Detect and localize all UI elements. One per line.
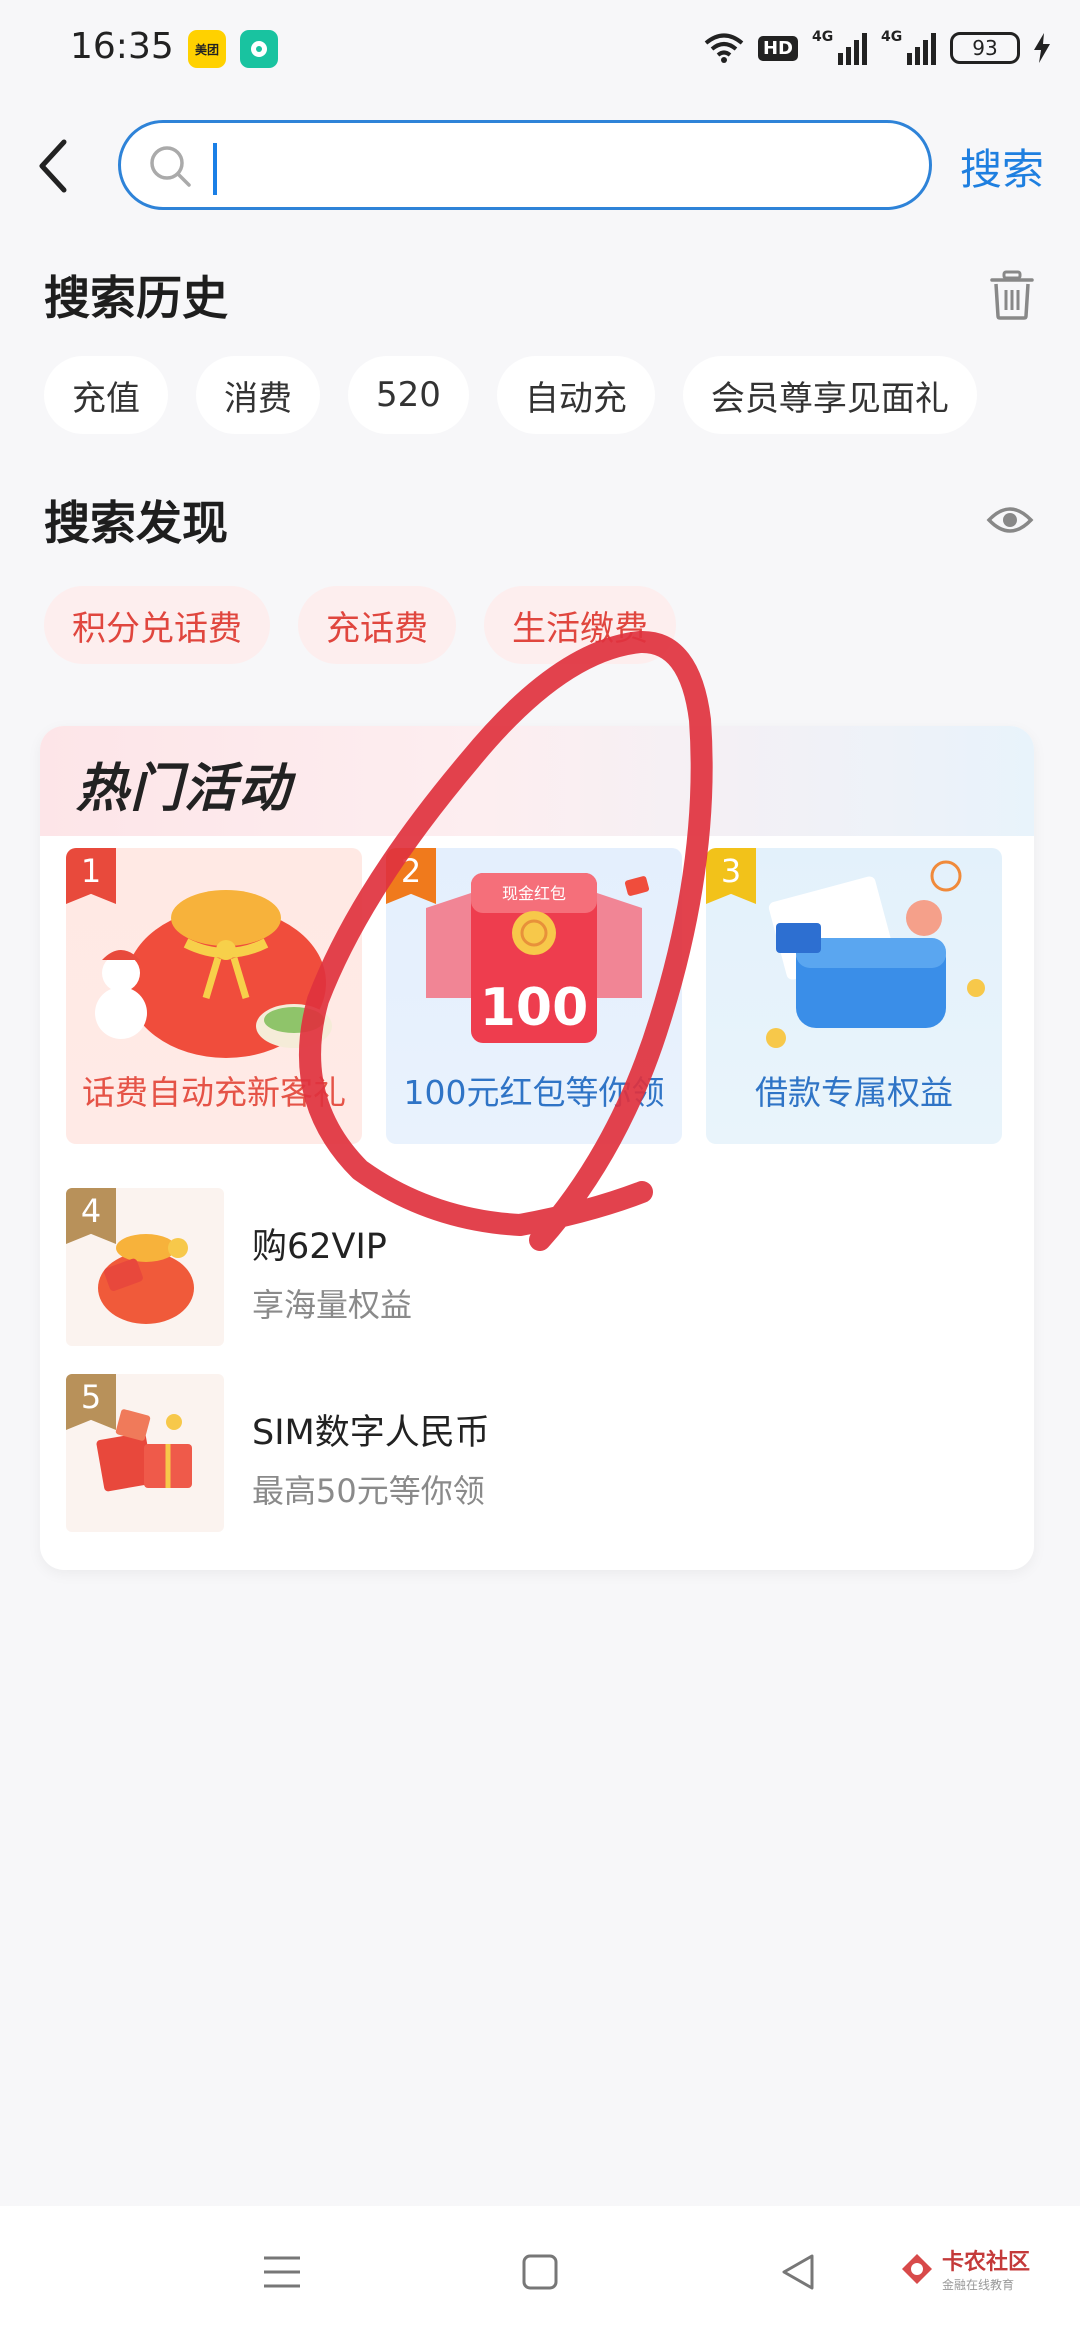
history-chip[interactable]: 消费 (196, 356, 320, 434)
back-nav-button[interactable] (768, 2242, 828, 2302)
envelope-amount: 100 (479, 978, 589, 1038)
menu-nav-button[interactable] (252, 2242, 312, 2302)
list-item-title: SIM数字人民币 (252, 1413, 490, 1453)
back-button[interactable] (30, 130, 80, 200)
status-indicators: HD 4G 4G 93 (704, 26, 1050, 70)
back-arrow-icon (39, 139, 67, 193)
watermark-logo-icon (902, 2253, 932, 2284)
tile-label: 100元红包等你领 (403, 1073, 665, 1112)
discover-chip[interactable]: 积分兑话费 (44, 586, 270, 664)
discover-chips: 积分兑话费 充话费 生活缴费 (44, 586, 676, 664)
battery-level: 93 (972, 36, 998, 60)
history-chip[interactable]: 会员尊享见面礼 (682, 356, 977, 434)
list-item-subtitle: 最高50元等你领 (252, 1472, 485, 1510)
meituan-app-icon: 美团 (188, 30, 226, 68)
search-button[interactable]: 搜索 (960, 136, 1044, 197)
search-discover-title: 搜索发现 (44, 496, 228, 550)
list-item-subtitle: 享海量权益 (252, 1286, 413, 1324)
chat-app-icon (240, 30, 278, 68)
home-nav-button[interactable] (510, 2242, 570, 2302)
search-input[interactable] (213, 137, 893, 195)
history-chip[interactable]: 520 (348, 356, 469, 434)
back-triangle-icon (782, 2254, 814, 2290)
text-caret (213, 143, 217, 195)
search-box[interactable] (118, 120, 932, 210)
watermark-subtitle: 金融在线教育 (942, 2278, 1015, 2292)
clear-history-button[interactable] (990, 270, 1034, 320)
toggle-visibility-button[interactable] (986, 500, 1034, 540)
signal-icon: 4G (812, 29, 867, 65)
list-thumbnail: 5 (66, 1374, 224, 1532)
list-item[interactable]: 5 SIM数字人民币 最高50元等你领 (66, 1374, 1006, 1532)
charging-icon (1034, 33, 1050, 63)
hot-activities-title: 热门活动 (76, 759, 293, 819)
activity-tile[interactable]: 现金红包 100 2 100元红包等你领 (386, 848, 682, 1144)
menu-icon (264, 2256, 300, 2288)
watermark: 卡农社区 金融在线教育 (900, 2244, 1030, 2293)
hot-activities-card: 热门活动 1 话费自动充新客礼 现金红包 100 2 100元红包等你领 3 借… (40, 726, 1034, 1570)
search-history-title: 搜索历史 (44, 271, 228, 325)
list-thumbnail: 4 (66, 1188, 224, 1346)
history-chip[interactable]: 充值 (44, 356, 168, 434)
battery-icon: 93 (950, 32, 1020, 64)
signal-icon-2: 4G (881, 29, 936, 65)
status-time: 16:35 (70, 26, 174, 67)
list-item[interactable]: 4 购62VIP 享海量权益 (66, 1188, 1006, 1346)
home-square-icon (522, 2254, 558, 2290)
search-icon (150, 146, 191, 187)
tile-label: 话费自动充新客礼 (82, 1073, 346, 1112)
trash-icon (990, 270, 1034, 320)
activity-tiles: 1 话费自动充新客礼 现金红包 100 2 100元红包等你领 3 借款专属权益 (66, 848, 1002, 1144)
activity-tile[interactable]: 3 借款专属权益 (706, 848, 1002, 1144)
tile-label: 借款专属权益 (755, 1073, 953, 1112)
activity-tile[interactable]: 1 话费自动充新客礼 (66, 848, 362, 1144)
status-bar: 16:35 美团 HD 4G 4G 93 (0, 0, 1080, 96)
discover-chip[interactable]: 充话费 (298, 586, 456, 664)
history-chips: 充值 消费 520 自动充 会员尊享见面礼 (44, 356, 977, 434)
discover-chip[interactable]: 生活缴费 (484, 586, 676, 664)
list-item-title: 购62VIP (252, 1227, 387, 1267)
watermark-title: 卡农社区 (942, 2250, 1031, 2275)
history-chip[interactable]: 自动充 (496, 356, 655, 434)
eye-icon (986, 507, 1034, 533)
wifi-icon (704, 33, 744, 63)
hd-badge: HD (757, 35, 798, 61)
